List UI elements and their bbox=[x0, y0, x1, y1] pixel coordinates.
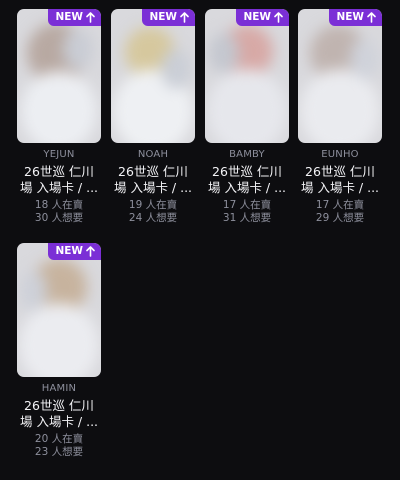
card-stats: 18 人在賣 30 人想要 bbox=[17, 199, 101, 225]
wanting-count: 30 人想要 bbox=[34, 212, 84, 224]
card-stats: 17 人在賣 31 人想要 bbox=[205, 199, 289, 225]
new-badge-label: NEW bbox=[55, 11, 83, 23]
card-title-line1: 26世巡 仁川 bbox=[118, 164, 188, 179]
member-name: YEJUN bbox=[43, 149, 75, 160]
card-title-line2: 場 入場卡 / ... bbox=[19, 414, 99, 429]
card-title[interactable]: 26世巡 仁川 場 入場卡 / ... bbox=[17, 398, 101, 430]
arrow-up-icon bbox=[274, 12, 283, 23]
card-title-line2: 場 入場卡 / ... bbox=[207, 180, 287, 195]
photocard-thumbnail[interactable]: NEW bbox=[17, 9, 101, 143]
selling-count: 20 人在賣 bbox=[34, 433, 84, 445]
member-name: BAMBY bbox=[229, 149, 265, 160]
card-title-line1: 26世巡 仁川 bbox=[305, 164, 375, 179]
wanting-count: 31 人想要 bbox=[222, 212, 272, 224]
blurred-photo bbox=[111, 9, 195, 143]
photocard-thumbnail[interactable]: NEW bbox=[205, 9, 289, 143]
new-badge: NEW bbox=[329, 9, 382, 26]
card-stats: 20 人在賣 23 人想要 bbox=[17, 433, 101, 459]
photocard-grid: NEW YEJUN 26世巡 仁川 場 入場卡 / ... 18 人在賣 30 … bbox=[0, 0, 400, 480]
card-title-line1: 26世巡 仁川 bbox=[24, 398, 94, 413]
card-title[interactable]: 26世巡 仁川 場 入場卡 / ... bbox=[205, 164, 289, 196]
selling-count: 17 人在賣 bbox=[222, 199, 272, 211]
arrow-up-icon bbox=[180, 12, 189, 23]
card-title-line2: 場 入場卡 / ... bbox=[19, 180, 99, 195]
card-title-line2: 場 入場卡 / ... bbox=[113, 180, 193, 195]
blurred-photo bbox=[298, 9, 382, 143]
new-badge: NEW bbox=[142, 9, 195, 26]
wanting-count: 24 人想要 bbox=[128, 212, 178, 224]
card-title[interactable]: 26世巡 仁川 場 入場卡 / ... bbox=[17, 164, 101, 196]
member-name: EUNHO bbox=[321, 149, 359, 160]
card-stats: 19 人在賣 24 人想要 bbox=[111, 199, 195, 225]
new-badge-label: NEW bbox=[243, 11, 271, 23]
member-name: HAMIN bbox=[41, 383, 77, 394]
new-badge-label: NEW bbox=[149, 11, 177, 23]
blurred-photo bbox=[17, 9, 101, 143]
arrow-up-icon bbox=[367, 12, 376, 23]
card-title-line2: 場 入場卡 / ... bbox=[300, 180, 380, 195]
new-badge-label: NEW bbox=[336, 11, 364, 23]
photocard-thumbnail[interactable]: NEW bbox=[111, 9, 195, 143]
photocard-item-eunho[interactable]: NEW EUNHO 26世巡 仁川 場 入場卡 / ... 17 人在賣 29 … bbox=[298, 9, 384, 225]
wanting-count: 23 人想要 bbox=[34, 446, 84, 458]
arrow-up-icon bbox=[86, 246, 95, 257]
photocard-item-hamin[interactable]: NEW HAMIN 26世巡 仁川 場 入場卡 / ... 20 人在賣 23 … bbox=[17, 243, 103, 459]
selling-count: 17 人在賣 bbox=[315, 199, 365, 211]
blurred-photo bbox=[17, 243, 101, 377]
new-badge-label: NEW bbox=[55, 245, 83, 257]
selling-count: 19 人在賣 bbox=[128, 199, 178, 211]
new-badge: NEW bbox=[48, 243, 101, 260]
photocard-item-bamby[interactable]: NEW BAMBY 26世巡 仁川 場 入場卡 / ... 17 人在賣 31 … bbox=[205, 9, 291, 225]
arrow-up-icon bbox=[86, 12, 95, 23]
new-badge: NEW bbox=[236, 9, 289, 26]
card-title-line1: 26世巡 仁川 bbox=[24, 164, 94, 179]
selling-count: 18 人在賣 bbox=[34, 199, 84, 211]
photocard-thumbnail[interactable]: NEW bbox=[17, 243, 101, 377]
card-title-line1: 26世巡 仁川 bbox=[212, 164, 282, 179]
photocard-item-noah[interactable]: NEW NOAH 26世巡 仁川 場 入場卡 / ... 19 人在賣 24 人… bbox=[111, 9, 197, 225]
photocard-item-yejun[interactable]: NEW YEJUN 26世巡 仁川 場 入場卡 / ... 18 人在賣 30 … bbox=[17, 9, 103, 225]
card-title[interactable]: 26世巡 仁川 場 入場卡 / ... bbox=[111, 164, 195, 196]
card-stats: 17 人在賣 29 人想要 bbox=[298, 199, 382, 225]
new-badge: NEW bbox=[48, 9, 101, 26]
blurred-photo bbox=[205, 9, 289, 143]
photocard-thumbnail[interactable]: NEW bbox=[298, 9, 382, 143]
card-title[interactable]: 26世巡 仁川 場 入場卡 / ... bbox=[298, 164, 382, 196]
wanting-count: 29 人想要 bbox=[315, 212, 365, 224]
member-name: NOAH bbox=[137, 149, 169, 160]
